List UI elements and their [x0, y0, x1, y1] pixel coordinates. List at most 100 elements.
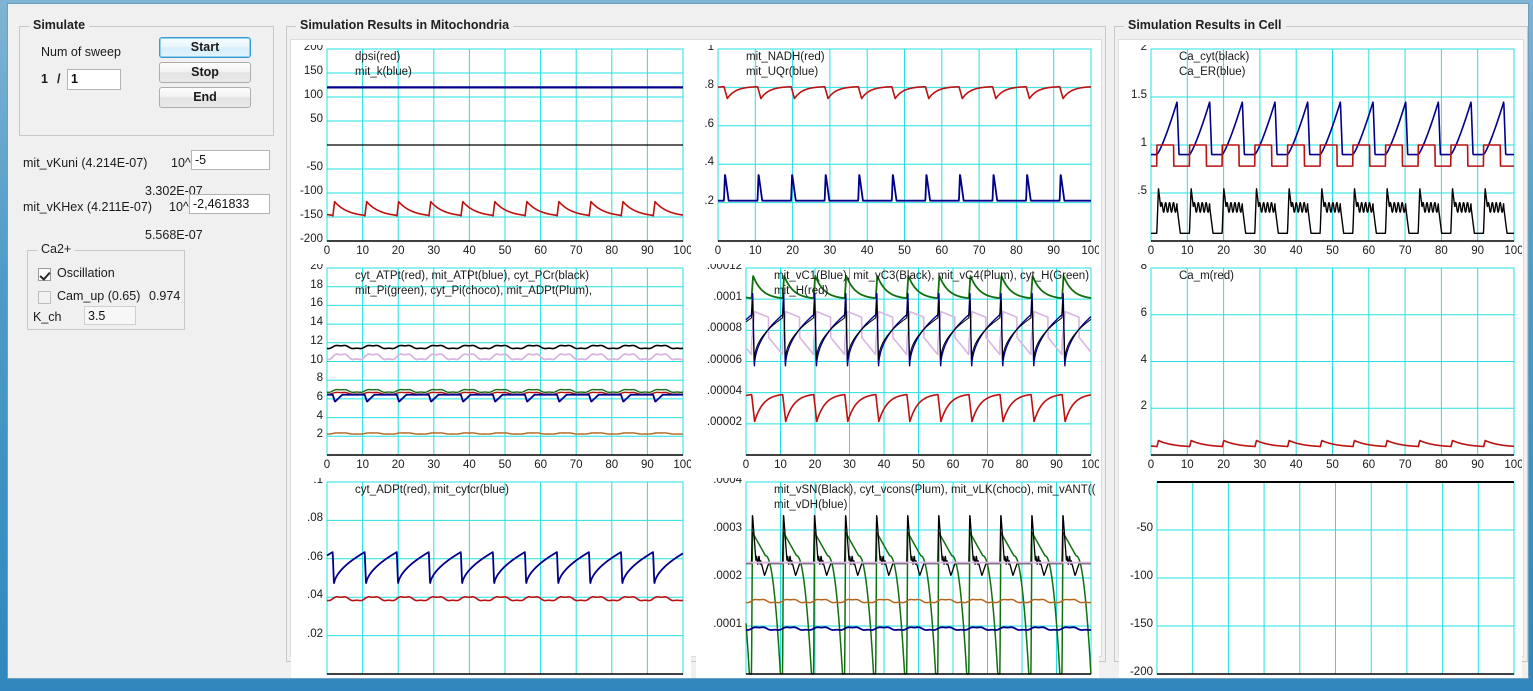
- chart-vsn[interactable]: .0004.0003.0002.000101020304050607080901…: [696, 478, 1099, 678]
- y-tick-label: -200: [299, 233, 323, 245]
- x-tick-label: 100: [1504, 245, 1522, 257]
- x-tick-label: 50: [498, 459, 512, 471]
- mitochondria-panel-inner: 200 150 100 50 -50 -100 -150 -200 0 10 20 30 40 50 60 7…: [290, 39, 1102, 678]
- x-tick-label: 60: [1362, 245, 1376, 257]
- x-tick-label: 10: [774, 459, 787, 471]
- chart-empty[interactable]: -50-100-150-2000102030405060708090100: [1119, 478, 1522, 678]
- y-tick-label: 4: [316, 409, 323, 422]
- oscillation-label: Oscillation: [57, 266, 115, 280]
- oscillation-checkbox[interactable]: [38, 268, 51, 281]
- y-tick-label: -50: [306, 161, 323, 173]
- y-tick-label: .02: [307, 627, 323, 640]
- x-tick-label: 40: [462, 459, 476, 471]
- chart-gridlines: [326, 481, 684, 675]
- mit-vkuni-label: mit_vKuni (4.214E-07): [23, 156, 148, 170]
- y-tick-label: .8: [704, 79, 714, 92]
- x-tick-label: 0: [714, 245, 722, 257]
- y-tick-label: 16: [310, 297, 323, 310]
- y-tick-label: 18: [310, 278, 323, 291]
- y-tick-label: -50: [1136, 522, 1153, 534]
- x-tick-label: 60: [1362, 459, 1376, 471]
- y-tick-label: 1: [707, 45, 714, 53]
- chart-vc1[interactable]: .00012 .0001 .00008 .00006 .00004 .00002 0 10 20…: [696, 264, 1099, 477]
- mit-vkhex-exponent-input[interactable]: -2,461833: [189, 194, 270, 214]
- y-tick-label: .5: [1137, 185, 1147, 197]
- start-button[interactable]: Start: [159, 37, 251, 58]
- y-tick-label: 150: [303, 65, 323, 77]
- cam-up-value: 0.974: [149, 289, 181, 303]
- y-tick-label: .0003: [713, 522, 742, 534]
- x-tick-label: 30: [843, 459, 856, 471]
- y-tick-label: 14: [310, 316, 323, 329]
- x-tick-label: 20: [391, 245, 405, 257]
- x-tick-label: 80: [1434, 459, 1448, 471]
- y-tick-label: -150: [299, 209, 323, 221]
- x-tick-label: 0: [1147, 245, 1155, 257]
- cam-up-checkbox[interactable]: [38, 291, 51, 304]
- y-tick-label: 8: [316, 372, 323, 385]
- x-tick-label: 60: [534, 245, 547, 257]
- chart-canvas: [326, 481, 684, 675]
- x-tick-label: 10: [1180, 459, 1194, 471]
- sweep-current-value: 1: [41, 72, 48, 86]
- cell-panel-inner: 2 1.5 1.5 0 10 20 30 40 50 60 70 80 90 100 Ca_cyt(blac…: [1118, 39, 1524, 678]
- x-tick-label: 60: [946, 459, 960, 471]
- chart-atp[interactable]: 20 18 16 14 12 10 8 6 4 2 0 10 20 30 40 50 60 70 80 90 100 cy…: [291, 264, 691, 477]
- simulate-group-title: Simulate: [29, 18, 90, 32]
- x-tick-label: 50: [1326, 459, 1339, 471]
- chart-canvas: [745, 481, 1092, 675]
- y-tick-label: 8: [1140, 264, 1147, 272]
- mit-vkuni-exponent-input[interactable]: -5: [191, 150, 270, 170]
- x-tick-label: 0: [323, 245, 331, 257]
- sweep-total-input[interactable]: 1: [67, 69, 121, 90]
- x-tick-label: 30: [427, 245, 441, 257]
- x-tick-label: 80: [605, 459, 619, 471]
- y-tick-label: 10: [310, 353, 323, 366]
- x-tick-label: 40: [860, 245, 874, 257]
- x-tick-label: 100: [673, 459, 691, 471]
- x-tick-label: 90: [640, 459, 654, 471]
- x-tick-label: 40: [877, 459, 891, 471]
- x-tick-label: 90: [640, 245, 654, 257]
- x-tick-label: 20: [1217, 245, 1230, 257]
- end-button[interactable]: End: [159, 87, 251, 108]
- chart-dpsi[interactable]: 200 150 100 50 -50 -100 -150 -200 0 10 20 30 40 50 60 7…: [291, 45, 691, 263]
- k-ch-label: K_ch: [33, 310, 62, 324]
- chart-adp[interactable]: .1.08.06.04.020102030405060708090100cyt_…: [291, 478, 691, 678]
- y-tick-label: 2: [1140, 45, 1147, 53]
- y-tick-label: 12: [310, 334, 323, 347]
- y-tick-label: .00002: [706, 415, 742, 428]
- chart-canvas: [1150, 267, 1515, 456]
- mit-vkuni-exp-label: 10^: [171, 156, 191, 170]
- control-column: Simulate Num of sweep 1 / 1 Start Stop E…: [19, 18, 281, 658]
- chart-canvas: [717, 48, 1092, 242]
- x-tick-label: 80: [1015, 459, 1029, 471]
- x-tick-label: 0: [742, 459, 750, 471]
- x-tick-label: 100: [1504, 459, 1522, 471]
- x-tick-label: 100: [1081, 245, 1099, 257]
- y-tick-label: 6: [1140, 306, 1147, 319]
- chart-canvas: [1156, 481, 1515, 675]
- chart-nadh[interactable]: 1.8.6.4.2 0 10 20 30 40 50 60 70 80 90 100 mit_NADH(…: [696, 45, 1099, 263]
- x-tick-label: 20: [1217, 459, 1230, 471]
- x-tick-label: 80: [1434, 245, 1448, 257]
- cell-results-panel: Simulation Results in Cell 2 1.5 1.5 0 10 20 3…: [1114, 18, 1528, 678]
- x-tick-label: 30: [1253, 459, 1267, 471]
- chart-ca-m[interactable]: 8 6 4 2 0 10 20 30 40 50 60 70 80 90 100 Ca_m(red): [1119, 264, 1522, 477]
- x-tick-label: 30: [823, 245, 837, 257]
- chart-ca-cyt[interactable]: 2 1.5 1.5 0 10 20 30 40 50 60 70 80 90 100 Ca_cyt(blac…: [1119, 45, 1522, 263]
- y-tick-label: 200: [303, 45, 323, 53]
- simulate-groupbox: Simulate Num of sweep 1 / 1 Start Stop E…: [19, 18, 274, 136]
- x-tick-label: 70: [1398, 459, 1412, 471]
- chart-gridlines: [745, 267, 1092, 456]
- stop-button[interactable]: Stop: [159, 62, 251, 83]
- x-tick-label: 40: [462, 245, 476, 257]
- ca2plus-group-title: Ca2+: [37, 242, 76, 256]
- y-tick-label: .1: [313, 478, 323, 486]
- chart-canvas: [1150, 48, 1515, 242]
- k-ch-input[interactable]: 3.5: [84, 306, 136, 325]
- y-tick-label: 100: [303, 89, 323, 101]
- y-tick-label: .00004: [706, 384, 742, 397]
- x-tick-label: 10: [748, 245, 762, 257]
- chart-canvas: [745, 267, 1092, 456]
